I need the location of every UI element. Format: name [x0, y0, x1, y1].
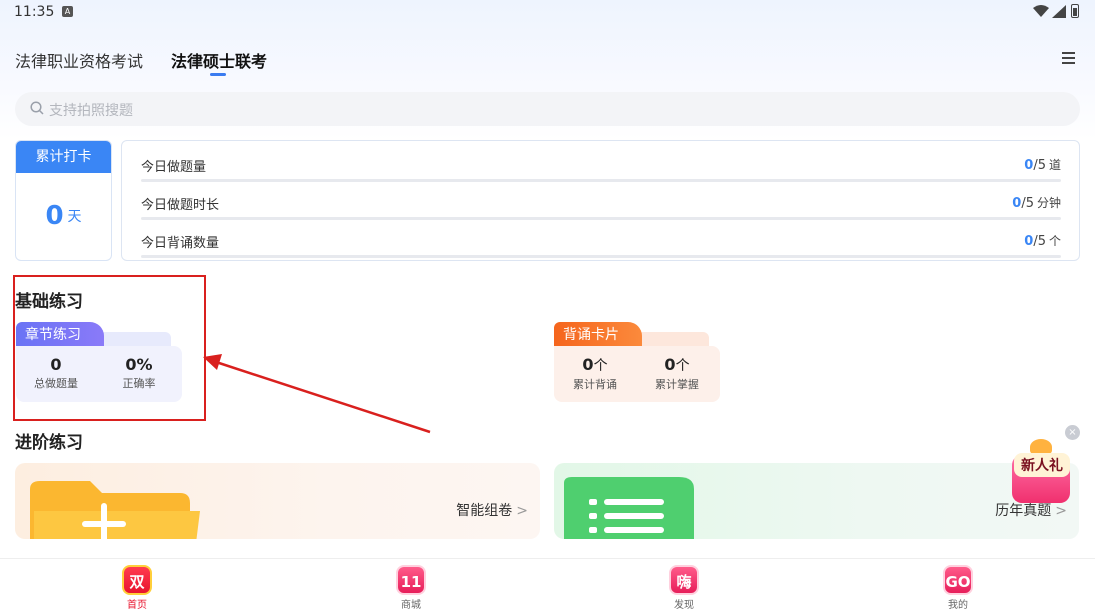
nav-discover[interactable]: 嗨 发现 [654, 565, 714, 611]
document-list-icon [564, 477, 694, 539]
gift-label: 新人礼 [1014, 453, 1070, 477]
mall-icon: 11 [396, 565, 426, 595]
close-icon[interactable]: × [1065, 425, 1080, 440]
nav-label: 首页 [127, 600, 147, 611]
bottom-navigation: 双 首页 11 商城 嗨 发现 GO 我的 [0, 558, 1095, 615]
smart-paper-label: 智能组卷 > [456, 503, 528, 519]
chevron-right-icon: > [516, 503, 528, 519]
nav-mine[interactable]: GO 我的 [928, 565, 988, 611]
smart-paper-banner[interactable]: 智能组卷 > [15, 463, 540, 539]
advanced-practice-title: 进阶练习 [15, 433, 83, 453]
home-icon: 双 [122, 565, 152, 595]
profile-icon: GO [943, 565, 973, 595]
nav-home[interactable]: 双 首页 [107, 565, 167, 611]
nav-label: 商城 [401, 600, 421, 611]
new-user-gift-badge[interactable]: × 新人礼 [1000, 425, 1080, 507]
nav-label: 我的 [948, 600, 968, 611]
nav-mall[interactable]: 11 商城 [381, 565, 441, 611]
folder-plus-icon [30, 481, 200, 539]
discover-icon: 嗨 [669, 565, 699, 595]
nav-label: 发现 [674, 600, 694, 611]
